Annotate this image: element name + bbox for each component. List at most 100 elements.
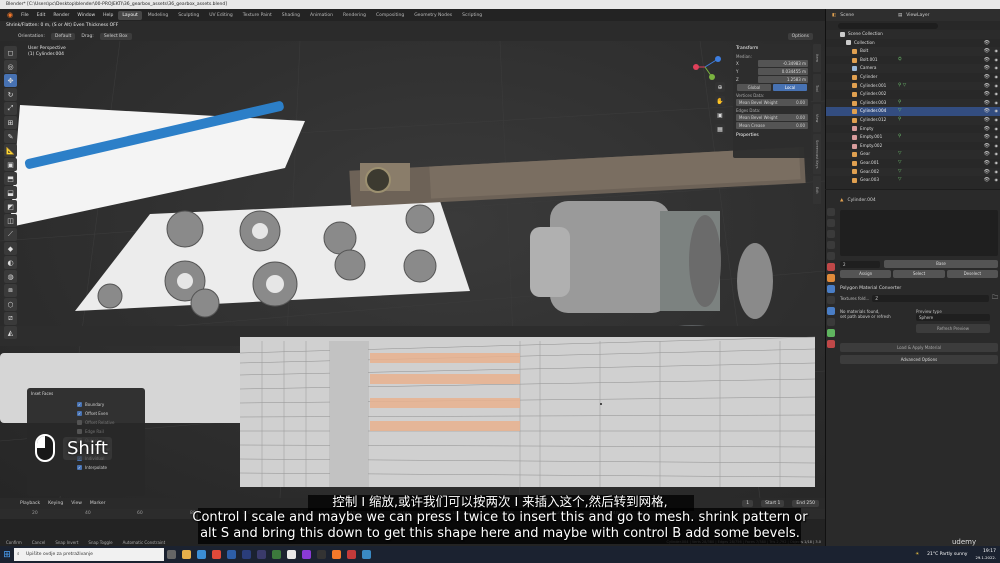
render-camera-icon[interactable]: ◉ <box>995 56 999 65</box>
converter-header[interactable]: Polygon Material Converter <box>840 284 998 293</box>
scene-icon[interactable]: ◧ <box>832 13 836 18</box>
tool-tab-icon[interactable] <box>827 208 835 216</box>
outliner-item[interactable]: Gear.003 ▽ 👁 ◉ <box>826 176 1000 185</box>
tab-shading[interactable]: Shading <box>278 11 304 20</box>
advanced-options-toggle[interactable]: Advanced Options <box>840 355 998 364</box>
render-camera-icon[interactable]: ◉ <box>995 159 999 168</box>
checkbox-interpolate[interactable]: ✓ Interpolate <box>77 463 141 472</box>
rip-region-icon[interactable]: ◭ <box>4 326 17 339</box>
tab-scripting[interactable]: Scripting <box>458 11 486 20</box>
visibility-eye-icon[interactable]: 👁 <box>984 90 990 99</box>
render-camera-icon[interactable]: ◉ <box>995 90 999 99</box>
outliner-collection[interactable]: Collection 👁 <box>826 39 1000 48</box>
median-y-field[interactable]: 0.034455 m <box>758 68 808 75</box>
vertex-bevel-weight-field[interactable]: Mean Bevel Weight 0.00 <box>736 99 808 106</box>
weather-icon[interactable]: ☀ <box>915 552 919 557</box>
outliner-item[interactable]: Camera 👁 ◉ <box>826 64 1000 73</box>
app-icon[interactable] <box>317 550 326 559</box>
zoom-icon[interactable]: ⊕ <box>715 82 725 92</box>
render-camera-icon[interactable]: ◉ <box>995 150 999 159</box>
visibility-eye-icon[interactable]: 👁 <box>984 107 990 116</box>
outliner-item[interactable]: Cylinder 👁 ◉ <box>826 73 1000 82</box>
checkbox-offset-relative[interactable]: Offset Relative <box>77 418 141 427</box>
render-camera-icon[interactable]: ◉ <box>995 64 999 73</box>
transform-icon[interactable]: ⊞ <box>4 116 17 129</box>
menu-help[interactable]: Help <box>100 11 116 20</box>
visibility-eye-icon[interactable]: 👁 <box>984 159 990 168</box>
outliner-item[interactable]: Cylinder.003 ⚲ 👁 ◉ <box>826 98 1000 108</box>
menu-render[interactable]: Render <box>50 11 72 20</box>
material-user-count[interactable]: 2 <box>840 260 880 268</box>
data-tab-icon[interactable] <box>827 329 835 337</box>
visibility-eye-icon[interactable]: 👁 <box>984 73 990 82</box>
smooth-icon[interactable]: ◍ <box>4 270 17 283</box>
extrude-icon[interactable]: ⬒ <box>4 172 17 185</box>
windows-start-icon[interactable]: ⊞ <box>0 546 14 563</box>
tab-view[interactable]: View <box>813 104 821 132</box>
edge-slide-icon[interactable]: ⧈ <box>4 284 17 297</box>
select-box-icon[interactable]: ◻ <box>4 46 17 59</box>
add-cube-icon[interactable]: ▣ <box>4 158 17 171</box>
app-icon[interactable] <box>347 550 356 559</box>
checkbox-boundary[interactable]: ✓ Boundary <box>77 400 141 409</box>
scene-selector[interactable]: Scene <box>840 13 854 18</box>
file-explorer-icon[interactable] <box>182 550 191 559</box>
knife-icon[interactable]: ⟋ <box>4 228 17 241</box>
app-icon[interactable] <box>287 550 296 559</box>
annotate-icon[interactable]: ✎ <box>4 130 17 143</box>
visibility-eye-icon[interactable]: 👁 <box>984 47 990 56</box>
inset-icon[interactable]: ⬓ <box>4 186 17 199</box>
cursor-icon[interactable]: ◎ <box>4 60 17 73</box>
chrome-icon[interactable] <box>212 550 221 559</box>
visibility-eye-icon[interactable]: 👁 <box>984 133 990 142</box>
render-camera-icon[interactable]: ◉ <box>995 168 999 177</box>
visibility-eye-icon[interactable]: 👁 <box>984 125 990 134</box>
render-camera-icon[interactable]: ◉ <box>995 107 999 116</box>
task-view-icon[interactable] <box>167 550 176 559</box>
outliner-item[interactable]: Gear.002 ▽ 👁 ◉ <box>826 167 1000 177</box>
textures-folder-input[interactable]: Z <box>872 294 989 302</box>
scale-icon[interactable]: ⤢ <box>4 102 17 115</box>
object-tab-icon[interactable] <box>827 274 835 282</box>
visibility-eye-icon[interactable]: 👁 <box>984 142 990 151</box>
orientation-dropdown[interactable]: Default <box>50 32 76 40</box>
view-layer-tab-icon[interactable] <box>827 241 835 249</box>
world-tab-icon[interactable] <box>827 263 835 271</box>
assign-button[interactable]: Assign <box>840 270 892 278</box>
tab-tool[interactable]: Tool <box>813 74 821 102</box>
tab-edit[interactable]: Edit <box>813 176 821 204</box>
outliner-item[interactable]: Gear.001 ▽ 👁 ◉ <box>826 159 1000 168</box>
visibility-eye-icon[interactable]: 👁 <box>984 116 990 125</box>
premiere-icon[interactable] <box>257 550 266 559</box>
blender-logo-icon[interactable]: ◉ <box>4 11 16 20</box>
tab-screencast-keys[interactable]: Screencast Keys <box>813 134 821 174</box>
render-camera-icon[interactable]: ◉ <box>995 99 999 108</box>
edge-browser-icon[interactable] <box>197 550 206 559</box>
render-camera-icon[interactable]: ◉ <box>995 125 999 134</box>
render-tab-icon[interactable] <box>827 219 835 227</box>
measure-icon[interactable]: 📐 <box>4 144 17 157</box>
outliner-item[interactable]: Cylinder.004 ▽ 👁 ◉ <box>826 107 1000 116</box>
move-icon[interactable]: ✥ <box>4 74 17 87</box>
outliner-scene-collection[interactable]: Scene Collection <box>826 30 1000 39</box>
folder-icon[interactable]: 🗀 <box>992 293 998 303</box>
operator-panel-title[interactable]: Inset Faces <box>31 391 141 396</box>
grid-icon[interactable]: ▦ <box>715 124 725 134</box>
view-layer-selector[interactable]: ViewLayer <box>906 13 929 18</box>
drag-dropdown[interactable]: Select Box <box>99 32 132 40</box>
tab-texture-paint[interactable]: Texture Paint <box>239 11 276 20</box>
properties-header[interactable]: Properties <box>736 133 808 138</box>
material-slot-list[interactable] <box>840 210 998 256</box>
material-base-button[interactable]: Base <box>884 260 998 268</box>
shrink-fatten-icon[interactable]: ⬡ <box>4 298 17 311</box>
tab-modeling[interactable]: Modeling <box>144 11 172 20</box>
refresh-preview-button[interactable]: Refresh Preview <box>916 324 990 333</box>
material-tab-icon[interactable] <box>827 340 835 348</box>
app-icon[interactable] <box>272 550 281 559</box>
menu-file[interactable]: File <box>18 11 32 20</box>
local-toggle[interactable]: Local <box>773 84 807 91</box>
constraints-tab-icon[interactable] <box>827 318 835 326</box>
particles-tab-icon[interactable] <box>827 296 835 304</box>
visibility-eye-icon[interactable]: 👁 <box>984 82 990 91</box>
tab-uv-editing[interactable]: UV Editing <box>205 11 236 20</box>
